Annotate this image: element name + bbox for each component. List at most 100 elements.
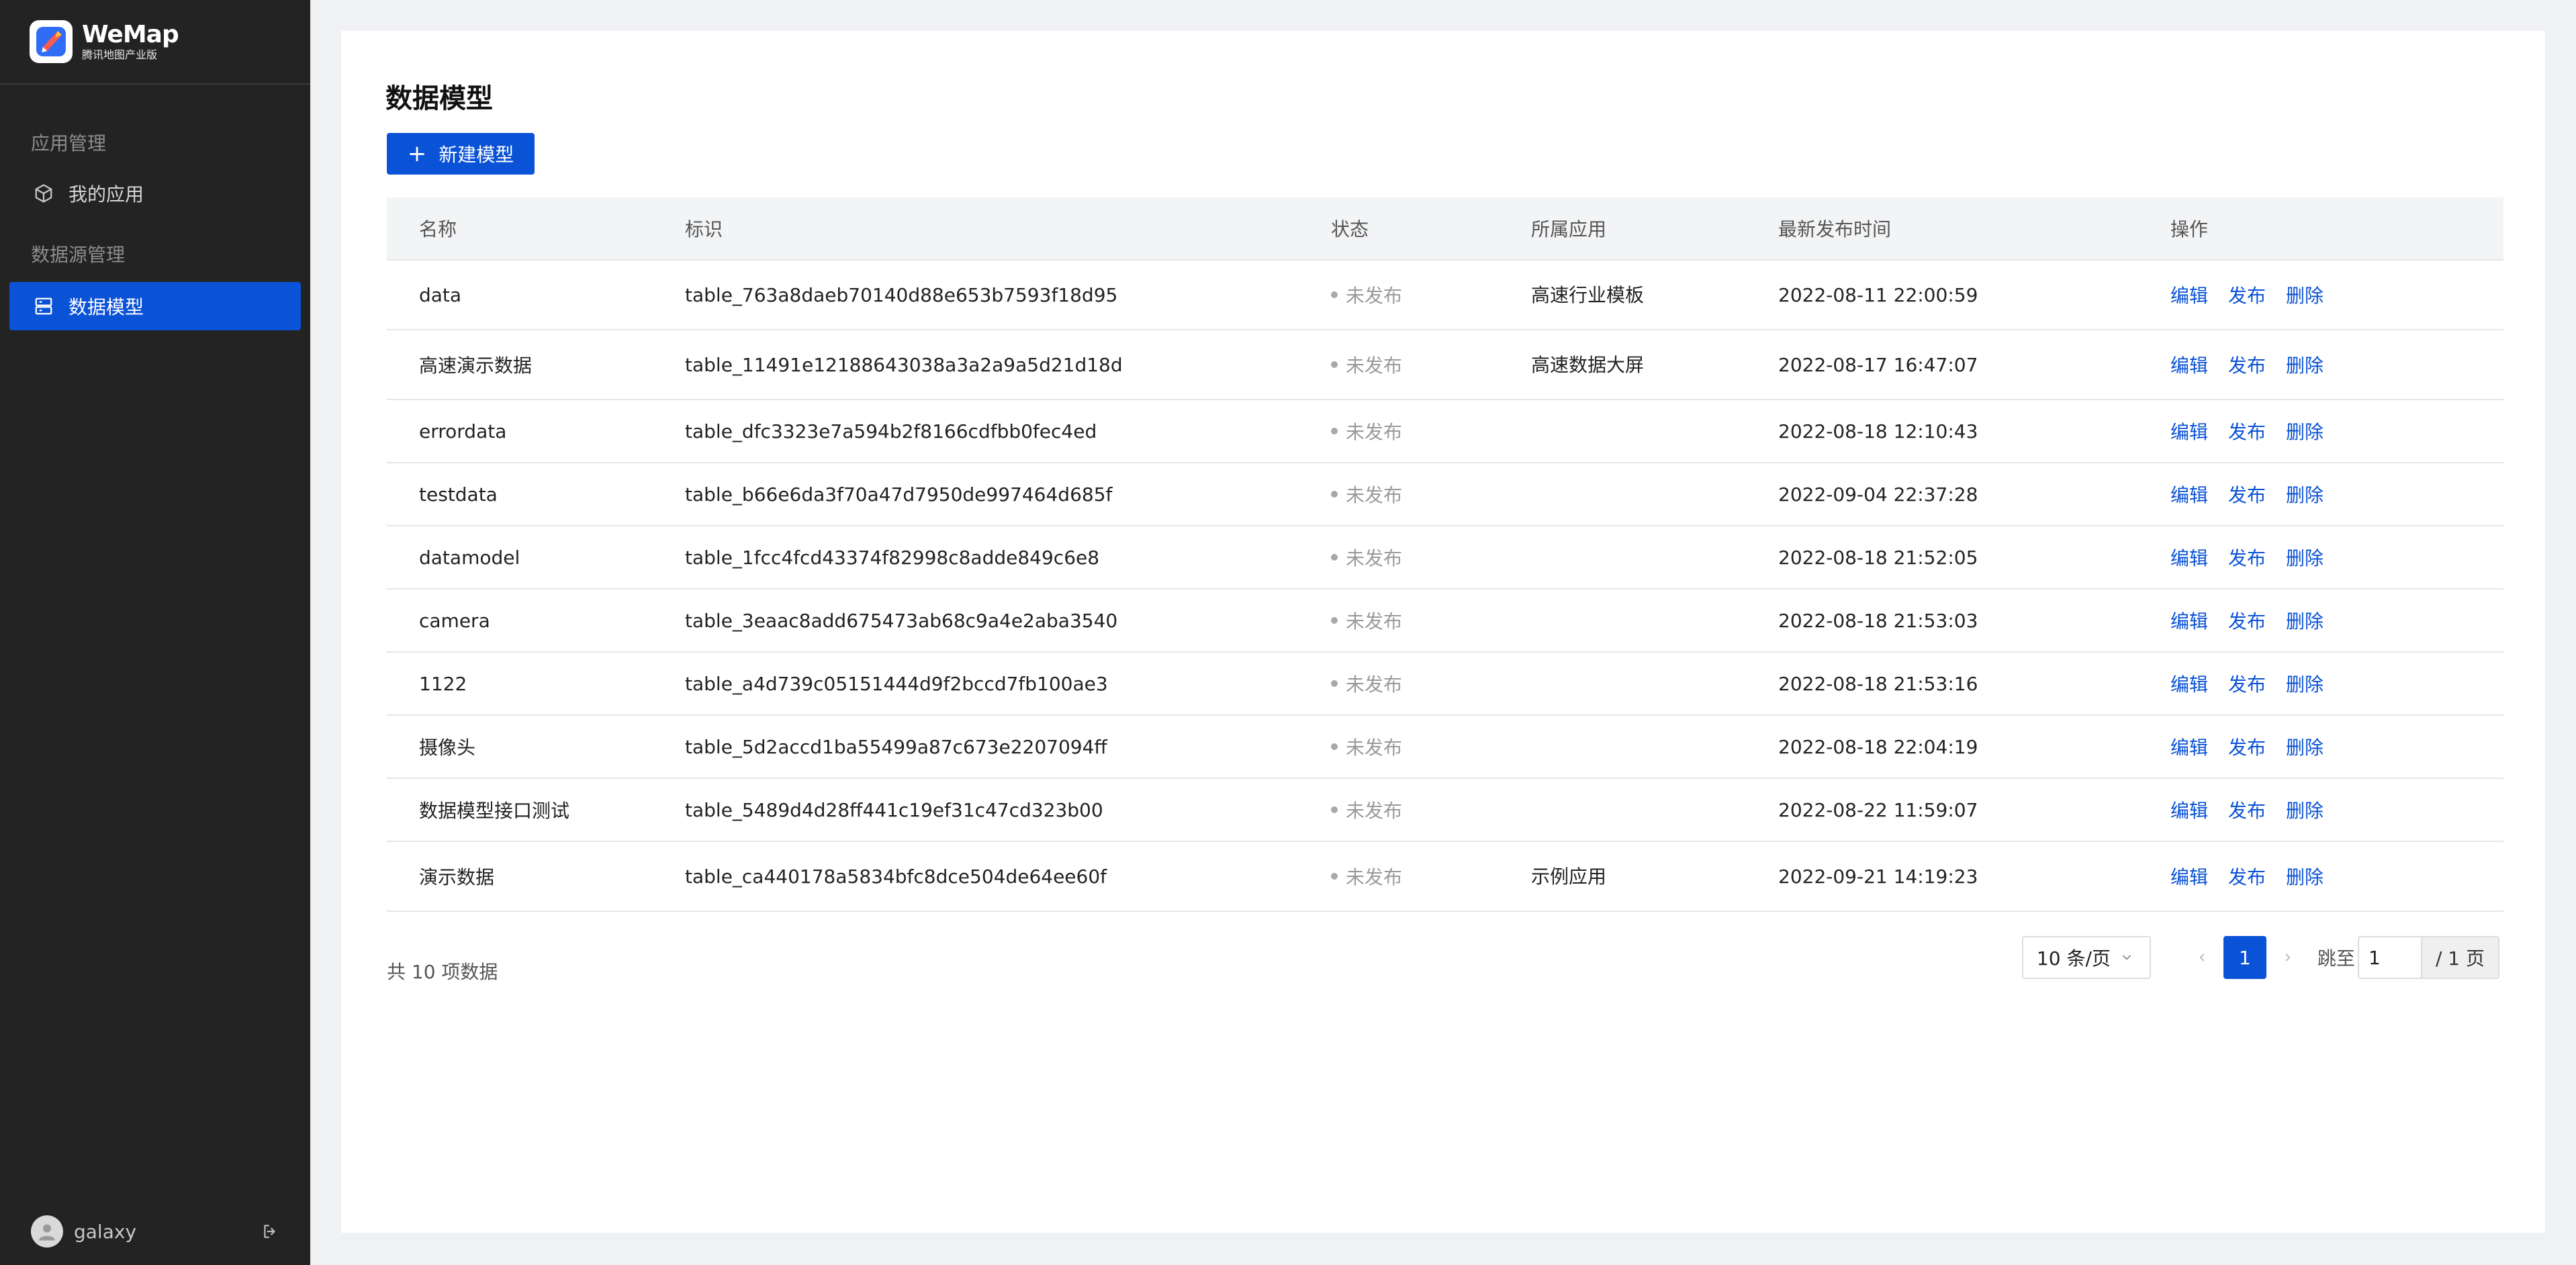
status-dot-icon — [1331, 806, 1338, 813]
delete-link[interactable]: 删除 — [2286, 863, 2324, 890]
cell-status: 未发布 — [1331, 796, 1531, 823]
edit-link[interactable]: 编辑 — [2170, 796, 2208, 823]
cell-app: 示例应用 — [1531, 865, 1607, 888]
cell-ops: 编辑 发布 删除 — [2170, 670, 2503, 697]
cell-time: 2022-08-11 22:00:59 — [1778, 283, 1978, 306]
cell-time: 2022-09-04 22:37:28 — [1778, 483, 1978, 506]
column-header-name: 名称 — [419, 218, 457, 240]
cell-ops: 编辑 发布 删除 — [2170, 481, 2503, 508]
user-name: galaxy — [74, 1220, 137, 1243]
publish-link[interactable]: 发布 — [2228, 796, 2266, 823]
cube-icon — [32, 182, 55, 205]
publish-link[interactable]: 发布 — [2228, 544, 2266, 571]
logout-icon[interactable] — [259, 1221, 281, 1242]
sidebar-item-my-apps[interactable]: 我的应用 — [9, 169, 301, 218]
cell-ops: 编辑 发布 删除 — [2170, 351, 2503, 378]
cell-name: camera — [419, 609, 490, 632]
cell-ops: 编辑 发布 删除 — [2170, 607, 2503, 634]
cell-name: errordata — [419, 420, 507, 442]
table-row: datamodel table_1fcc4fcd43374f82998c8adde… — [387, 526, 2503, 590]
page-size-select[interactable]: 10 条/页 — [2021, 936, 2151, 979]
brand-subtitle: 腾讯地图产业版 — [82, 48, 158, 61]
jump-page-input[interactable] — [2357, 936, 2421, 979]
avatar[interactable] — [31, 1215, 63, 1248]
cell-id: table_ca440178a5834bfc8dce504de64ee60f — [685, 865, 1107, 888]
cell-status: 未发布 — [1331, 281, 1531, 308]
status-dot-icon — [1331, 291, 1338, 298]
cell-name: 演示数据 — [419, 866, 495, 888]
cell-status: 未发布 — [1331, 418, 1531, 444]
cell-id: table_a4d739c05151444d9f2bccd7fb100ae3 — [685, 672, 1108, 695]
table-row: 摄像头 table_5d2accd1ba55499a87c673e2207094f… — [387, 716, 2503, 779]
page-number-current[interactable]: 1 — [2223, 936, 2266, 979]
cell-id: table_763a8daeb70140d88e653b7593f18d95 — [685, 283, 1118, 306]
cell-id: table_dfc3323e7a594b2f8166cdfbb0fec4ed — [685, 420, 1097, 442]
delete-link[interactable]: 删除 — [2286, 481, 2324, 508]
chevron-down-icon — [2119, 949, 2135, 966]
cell-time: 2022-08-18 21:52:05 — [1778, 546, 1978, 569]
delete-link[interactable]: 删除 — [2286, 796, 2324, 823]
wemap-logo-icon — [30, 20, 73, 63]
cell-status: 未发布 — [1331, 670, 1531, 697]
edit-link[interactable]: 编辑 — [2170, 863, 2208, 890]
delete-link[interactable]: 删除 — [2286, 733, 2324, 760]
table-row: data table_763a8daeb70140d88e653b7593f18d… — [387, 261, 2503, 330]
publish-link[interactable]: 发布 — [2228, 351, 2266, 378]
cell-time: 2022-08-22 11:59:07 — [1778, 798, 1978, 821]
delete-link[interactable]: 删除 — [2286, 544, 2324, 571]
column-header-status: 状态 — [1331, 218, 1369, 240]
table-body: data table_763a8daeb70140d88e653b7593f18d… — [387, 261, 2503, 912]
prev-page-icon[interactable] — [2180, 936, 2223, 979]
column-header-time: 最新发布时间 — [1778, 218, 1892, 240]
cell-time: 2022-08-18 12:10:43 — [1778, 420, 1978, 442]
sidebar-item-data-model[interactable]: 数据模型 — [9, 282, 301, 330]
cell-time: 2022-08-18 21:53:03 — [1778, 609, 1978, 632]
status-text: 未发布 — [1346, 355, 1403, 377]
status-dot-icon — [1331, 617, 1338, 624]
plus-icon: + — [407, 140, 427, 167]
pagination: 10 条/页 1 跳至 / 1 页 — [2021, 936, 2499, 979]
delete-link[interactable]: 删除 — [2286, 418, 2324, 444]
cell-app: 高速行业模板 — [1531, 284, 1645, 306]
delete-link[interactable]: 删除 — [2286, 670, 2324, 697]
database-icon — [32, 295, 55, 318]
delete-link[interactable]: 删除 — [2286, 351, 2324, 378]
brand[interactable]: WeMap 腾讯地图产业版 — [0, 0, 310, 85]
table-header: 名称 标识 状态 所属应用 最新发布时间 操作 — [387, 197, 2503, 261]
table-row: camera table_3eaac8add675473ab68c9a4e2aba… — [387, 590, 2503, 653]
publish-link[interactable]: 发布 — [2228, 863, 2266, 890]
edit-link[interactable]: 编辑 — [2170, 670, 2208, 697]
table-row: 高速演示数据 table_11491e12188643038a3a2a9a5d21… — [387, 330, 2503, 400]
cell-name: data — [419, 283, 462, 306]
next-page-icon[interactable] — [2266, 936, 2309, 979]
column-header-app: 所属应用 — [1531, 218, 1607, 240]
publish-link[interactable]: 发布 — [2228, 481, 2266, 508]
publish-link[interactable]: 发布 — [2228, 670, 2266, 697]
edit-link[interactable]: 编辑 — [2170, 418, 2208, 444]
cell-time: 2022-08-17 16:47:07 — [1778, 353, 1978, 376]
edit-link[interactable]: 编辑 — [2170, 607, 2208, 634]
publish-link[interactable]: 发布 — [2228, 607, 2266, 634]
delete-link[interactable]: 删除 — [2286, 607, 2324, 634]
edit-link[interactable]: 编辑 — [2170, 481, 2208, 508]
publish-link[interactable]: 发布 — [2228, 418, 2266, 444]
edit-link[interactable]: 编辑 — [2170, 544, 2208, 571]
status-text: 未发布 — [1346, 610, 1403, 632]
status-text: 未发布 — [1346, 547, 1403, 569]
table-row: 演示数据 table_ca440178a5834bfc8dce504de64ee6… — [387, 842, 2503, 912]
edit-link[interactable]: 编辑 — [2170, 351, 2208, 378]
new-model-label: 新建模型 — [439, 144, 514, 166]
cell-time: 2022-08-18 21:53:16 — [1778, 672, 1978, 695]
edit-link[interactable]: 编辑 — [2170, 733, 2208, 760]
table-row: 数据模型接口测试 table_5489d4d28ff441c19ef31c47cd… — [387, 779, 2503, 842]
delete-link[interactable]: 删除 — [2286, 281, 2324, 308]
new-model-button[interactable]: + 新建模型 — [387, 133, 535, 175]
edit-link[interactable]: 编辑 — [2170, 281, 2208, 308]
publish-link[interactable]: 发布 — [2228, 281, 2266, 308]
table-row: errordata table_dfc3323e7a594b2f8166cdfbb… — [387, 400, 2503, 463]
status-dot-icon — [1331, 428, 1338, 434]
cell-time: 2022-09-21 14:19:23 — [1778, 865, 1978, 888]
page-title: 数据模型 — [385, 83, 493, 114]
publish-link[interactable]: 发布 — [2228, 733, 2266, 760]
cell-status: 未发布 — [1331, 544, 1531, 571]
